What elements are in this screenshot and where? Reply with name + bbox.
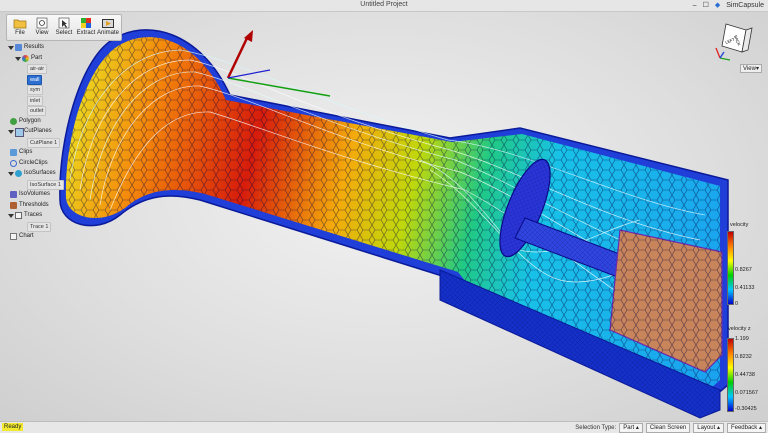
extract-button[interactable]: Extract [75,15,97,42]
velocity-legend-title: velocity [730,222,749,228]
expand-icon[interactable] [8,172,14,176]
tree-item-cutplanes[interactable]: CutPlanes [8,126,88,137]
maximize-icon[interactable]: ☐ [703,1,709,9]
expand-icon[interactable] [8,46,14,50]
selection-type-label: Selection Type: [575,424,617,431]
x-axis-icon [715,47,721,59]
tree-item-results[interactable]: Results [8,42,88,53]
tree-item-sym[interactable]: sym [8,84,88,95]
3d-viewport[interactable] [0,12,768,421]
z-axis-icon [719,51,725,59]
tree-item-isosurfaces[interactable]: IsoSurfaces [8,168,88,179]
window-title: Untitled Project [360,1,408,8]
chevron-up-icon: ▴ [716,425,720,431]
tree-item-trace-1[interactable]: Trace 1 [8,221,88,232]
expand-icon[interactable] [8,130,14,134]
velocity-z-tick-2: 0.44738 [735,372,755,378]
tree-item-chart[interactable]: Chart [8,231,88,242]
tree-item-clips[interactable]: Clips [8,147,88,158]
file-button[interactable]: File [9,15,31,42]
polygon-icon [10,117,17,125]
file-button-label: File [15,30,25,36]
select-button-label: Select [55,30,73,36]
expand-icon[interactable] [8,214,14,218]
extract-button-label: Extract [76,30,96,36]
select-button[interactable]: Select [53,15,75,42]
velocity-z-tick-4: -0.30425 [735,406,757,412]
tree-item-outlet[interactable]: outlet [8,105,88,116]
app-name: SimCapsule [726,1,764,9]
animate-button-label: Animate [97,30,120,36]
select-icon [58,17,70,29]
view-dropdown[interactable]: View ▾ [740,64,762,73]
velocity-color-bar [727,231,734,305]
vector-arrows [226,30,331,97]
threshold-icon [10,201,17,209]
tree-item-isosurface-1[interactable]: IsoSurface 1 [8,179,88,190]
tree-item-isovolumes[interactable]: IsoVolumes [8,189,88,200]
results-icon [15,44,22,51]
clip-icon [10,149,17,156]
isosurface-icon [15,170,22,177]
chart-icon [10,233,17,240]
tree-item-thresholds[interactable]: Thresholds [8,200,88,211]
tree-item-traces[interactable]: Traces [8,210,88,221]
animate-button[interactable]: Animate [97,15,119,42]
y-axis-icon [719,57,731,61]
title-bar: Untitled Project – ☐ ◆ SimCapsule [0,0,768,12]
animate-icon [102,19,114,28]
view-button[interactable]: View [31,15,53,42]
velocity-tick-1: 0.41133 [735,285,755,291]
tree-item-cutplane-1[interactable]: CutPlane 1 [8,137,88,148]
tree-item-circleclips[interactable]: CircleClips [8,158,88,169]
velocity-legend: velocity 0.8267 0.41133 0 [700,222,760,312]
tree-item-polygon[interactable]: Polygon [8,116,88,127]
chevron-up-icon: ▴ [635,425,639,431]
circleclip-icon [10,159,17,167]
extract-icon [81,18,91,28]
velocity-z-tick-3: 0.071567 [735,390,758,396]
main-toolbar: File View Select Extract Animate [6,14,122,41]
chevron-down-icon: ▾ [755,66,759,72]
tree-item-air-air[interactable]: air-air [8,63,88,74]
minimize-icon[interactable]: – [693,2,697,9]
view-cube[interactable]: BACK LEFT [712,18,756,62]
cfd-scene [59,29,729,419]
velocity-z-legend: velocity z 1.199 0.8232 0.44738 0.071567… [700,326,766,418]
expand-icon[interactable] [15,56,21,61]
status-bar: Ready Selection Type: Part ▴ Clean Scree… [0,421,768,433]
tree-item-part[interactable]: Part [8,53,88,64]
view-button-label: View [35,30,49,36]
isovolume-icon [10,191,17,198]
velocity-tick-2: 0 [735,301,739,307]
traces-icon [15,212,22,219]
velocity-z-tick-0: 1.199 [735,336,749,342]
velocity-z-color-bar [727,338,734,412]
view-icon [36,17,48,29]
velocity-tick-0: 0.8267 [735,267,752,273]
chevron-up-icon: ▴ [758,425,762,431]
velocity-z-tick-1: 0.8232 [735,354,752,360]
tree-item-inlet[interactable]: inlet [8,95,88,106]
tree-item-wall[interactable]: wall [8,74,88,85]
part-icon [22,54,29,62]
app-logo-icon: ◆ [714,2,721,9]
results-tree: Results Part air-air wall sym inlet outl… [8,42,88,242]
folder-icon [13,19,27,29]
velocity-z-legend-title: velocity z [728,326,751,332]
status-text: Ready [2,423,24,431]
